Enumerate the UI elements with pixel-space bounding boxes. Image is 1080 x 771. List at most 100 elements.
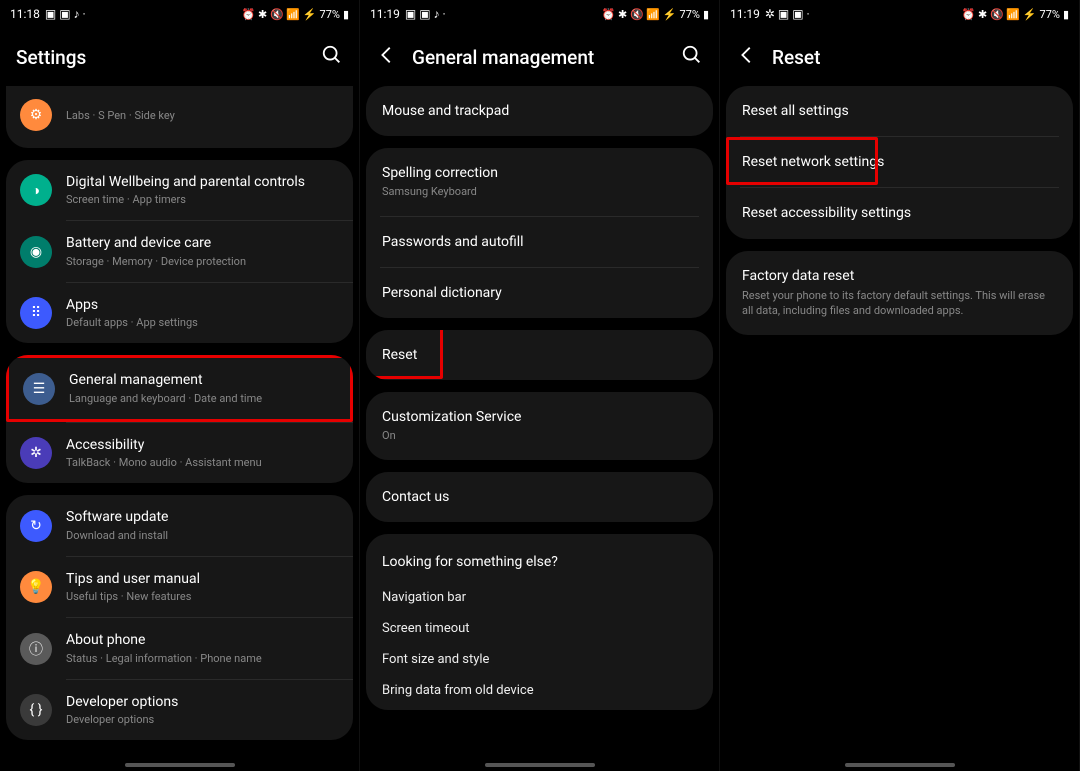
item-title: Reset all settings [742, 102, 1057, 120]
nav-handle[interactable] [125, 763, 235, 767]
about-icon: ⓘ [20, 633, 52, 665]
status-time: 11:19 [730, 7, 760, 21]
item-sub: Language and keyboard · Date and time [69, 392, 336, 406]
settings-card: ↻ Software update Download and install 💡… [6, 495, 353, 740]
highlight-box: ☰ General management Language and keyboa… [6, 355, 353, 421]
list-item-reset-accessibility[interactable]: Reset accessibility settings [726, 188, 1073, 238]
item-title: Accessibility [66, 436, 339, 454]
accessibility-icon: ✲ [20, 437, 52, 469]
looking-item-navbar[interactable]: Navigation bar [382, 582, 697, 613]
nav-handle[interactable] [485, 763, 595, 767]
list-item-apps[interactable]: ⠿ Apps Default apps · App settings [6, 283, 353, 343]
item-sub: Samsung Keyboard [382, 185, 697, 199]
reset-screen: 11:19 ✲ ▣ ▣ · ⏰ ✱ 🔇 📶 ⚡ 77% ▮ Reset Rese… [720, 0, 1080, 771]
item-title: Mouse and trackpad [382, 102, 697, 120]
update-icon: ↻ [20, 510, 52, 542]
looking-title: Looking for something else? [382, 544, 697, 570]
general-list[interactable]: Mouse and trackpad Spelling correction S… [360, 86, 719, 771]
settings-card: Factory data reset Reset your phone to i… [726, 251, 1073, 335]
battery-icon: ▮ [703, 8, 709, 21]
item-title: Contact us [382, 488, 697, 506]
status-bar: 11:19 ▣ ▣ ♪ · ⏰ ✱ 🔇 📶 ⚡ 77% ▮ [360, 0, 719, 28]
item-sub: Storage · Memory · Device protection [66, 255, 339, 269]
item-sub: Status · Legal information · Phone name [66, 652, 339, 666]
item-title: Passwords and autofill [382, 233, 697, 251]
wellbeing-icon: ◑ [20, 174, 52, 206]
list-item-wellbeing[interactable]: ◑ Digital Wellbeing and parental control… [6, 160, 353, 220]
looking-item-font[interactable]: Font size and style [382, 644, 697, 675]
item-sub: Reset your phone to its factory default … [742, 288, 1057, 319]
item-title: Factory data reset [742, 267, 1057, 285]
item-sub: On [382, 429, 697, 443]
nav-handle[interactable] [845, 763, 955, 767]
status-time: 11:18 [10, 7, 40, 21]
item-title: Tips and user manual [66, 570, 339, 588]
search-icon[interactable] [681, 44, 703, 70]
settings-card-partial: ⚙ Labs · S Pen · Side key [6, 86, 353, 148]
general-management-screen: 11:19 ▣ ▣ ♪ · ⏰ ✱ 🔇 📶 ⚡ 77% ▮ General ma… [360, 0, 720, 771]
advanced-icon: ⚙ [20, 99, 52, 131]
settings-card: Customization Service On [366, 392, 713, 459]
list-item-accessibility[interactable]: ✲ Accessibility TalkBack · Mono audio · … [6, 423, 353, 483]
item-sub: Developer options [66, 713, 339, 727]
list-item-spelling[interactable]: Spelling correction Samsung Keyboard [366, 148, 713, 215]
back-icon[interactable] [736, 44, 758, 70]
battery-icon: ▮ [343, 8, 349, 21]
item-title: Reset accessibility settings [742, 204, 1057, 222]
page-title: General management [412, 46, 594, 69]
item-title: Digital Wellbeing and parental controls [66, 173, 339, 191]
settings-card: Spelling correction Samsung Keyboard Pas… [366, 148, 713, 318]
status-system-icons: ⏰ ✱ 🔇 📶 ⚡ [962, 8, 1037, 21]
item-title: Software update [66, 508, 339, 526]
header: General management [360, 28, 719, 86]
list-item-about[interactable]: ⓘ About phone Status · Legal information… [6, 618, 353, 678]
item-title: Battery and device care [66, 234, 339, 252]
highlight-box [726, 137, 878, 185]
looking-item-bring-data[interactable]: Bring data from old device [382, 675, 697, 706]
page-title: Settings [16, 46, 86, 69]
tips-icon: 💡 [20, 571, 52, 603]
status-battery: 77% [680, 8, 700, 21]
highlight-wrapper: Reset network settings [726, 137, 1073, 187]
item-title: About phone [66, 631, 339, 649]
battery-care-icon: ◉ [20, 236, 52, 268]
item-title: General management [69, 371, 336, 389]
back-icon[interactable] [376, 44, 398, 70]
settings-card: Reset all settings Reset network setting… [726, 86, 1073, 239]
settings-screen: 11:18 ▣ ▣ ♪ · ⏰ ✱ 🔇 📶 ⚡ 77% ▮ Settings ⚙… [0, 0, 360, 771]
status-bar: 11:19 ✲ ▣ ▣ · ⏰ ✱ 🔇 📶 ⚡ 77% ▮ [720, 0, 1079, 28]
developer-icon: { } [20, 694, 52, 726]
list-item-software-update[interactable]: ↻ Software update Download and install [6, 495, 353, 555]
settings-card: ◑ Digital Wellbeing and parental control… [6, 160, 353, 343]
list-item-reset-all[interactable]: Reset all settings [726, 86, 1073, 136]
item-title: Apps [66, 296, 339, 314]
list-item-dictionary[interactable]: Personal dictionary [366, 268, 713, 318]
status-system-icons: ⏰ ✱ 🔇 📶 ⚡ [242, 8, 317, 21]
search-icon[interactable] [321, 44, 343, 70]
header: Reset [720, 28, 1079, 86]
list-item-contact[interactable]: Contact us [366, 472, 713, 522]
list-item-tips[interactable]: 💡 Tips and user manual Useful tips · New… [6, 557, 353, 617]
list-item-developer[interactable]: { } Developer options Developer options [6, 680, 353, 740]
list-item-battery[interactable]: ◉ Battery and device care Storage · Memo… [6, 221, 353, 281]
status-battery: 77% [320, 8, 340, 21]
item-title: Spelling correction [382, 164, 697, 182]
battery-icon: ▮ [1063, 8, 1069, 21]
list-item-mouse[interactable]: Mouse and trackpad [366, 86, 713, 136]
looking-item-screen-timeout[interactable]: Screen timeout [382, 613, 697, 644]
header: Settings [0, 28, 359, 86]
status-time: 11:19 [370, 7, 400, 21]
settings-list[interactable]: ⚙ Labs · S Pen · Side key ◑ Digital Well… [0, 86, 359, 771]
list-item[interactable]: ⚙ Labs · S Pen · Side key [6, 86, 353, 144]
list-item-passwords[interactable]: Passwords and autofill [366, 217, 713, 267]
item-title: Personal dictionary [382, 284, 697, 302]
reset-list[interactable]: Reset all settings Reset network setting… [720, 86, 1079, 771]
item-sub: Labs · S Pen · Side key [66, 109, 339, 123]
list-item-customization[interactable]: Customization Service On [366, 392, 713, 459]
item-title: Customization Service [382, 408, 697, 426]
highlight-box [366, 330, 443, 379]
list-item-general-management[interactable]: ☰ General management Language and keyboa… [9, 358, 350, 418]
apps-icon: ⠿ [20, 297, 52, 329]
list-item-factory-reset[interactable]: Factory data reset Reset your phone to i… [726, 251, 1073, 335]
general-icon: ☰ [23, 373, 55, 405]
